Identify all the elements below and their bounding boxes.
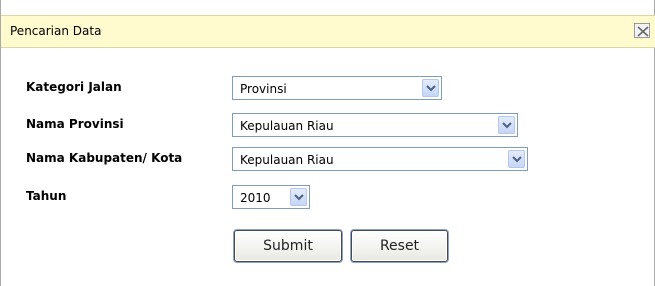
dialog-titlebar: Pencarian Data xyxy=(1,15,655,48)
nama-provinsi-dropdown-button[interactable] xyxy=(498,116,515,134)
tahun-dropdown-button[interactable] xyxy=(290,188,307,206)
chevron-down-icon xyxy=(426,85,436,92)
kategori-jalan-label: Kategori Jalan xyxy=(26,80,122,94)
nama-kabupaten-dropdown-button[interactable] xyxy=(508,150,525,168)
submit-button[interactable]: Submit xyxy=(234,230,342,262)
reset-button-label: Reset xyxy=(379,238,420,254)
kategori-jalan-select[interactable]: Provinsi xyxy=(232,76,442,100)
kategori-jalan-value: Provinsi xyxy=(240,82,287,96)
dialog-title: Pencarian Data xyxy=(10,24,102,38)
tahun-select[interactable]: 2010 xyxy=(232,185,310,209)
close-icon xyxy=(637,26,649,37)
nama-provinsi-select[interactable]: Kepulauan Riau xyxy=(232,113,518,137)
nama-provinsi-label: Nama Provinsi xyxy=(26,117,124,131)
nama-kabupaten-select[interactable]: Kepulauan Riau xyxy=(232,147,528,171)
nama-provinsi-value: Kepulauan Riau xyxy=(240,119,334,133)
tahun-value: 2010 xyxy=(240,191,271,205)
submit-button-label: Submit xyxy=(263,238,313,254)
kategori-jalan-dropdown-button[interactable] xyxy=(422,79,439,97)
chevron-down-icon xyxy=(294,194,304,201)
search-dialog: Pencarian Data Kategori Jalan Provinsi N… xyxy=(0,0,655,286)
reset-button[interactable]: Reset xyxy=(351,230,448,262)
chevron-down-icon xyxy=(502,122,512,129)
tahun-label: Tahun xyxy=(26,189,67,203)
close-button[interactable] xyxy=(634,23,650,38)
nama-kabupaten-label: Nama Kabupaten/ Kota xyxy=(26,151,183,165)
chevron-down-icon xyxy=(512,156,522,163)
nama-kabupaten-value: Kepulauan Riau xyxy=(240,153,334,167)
